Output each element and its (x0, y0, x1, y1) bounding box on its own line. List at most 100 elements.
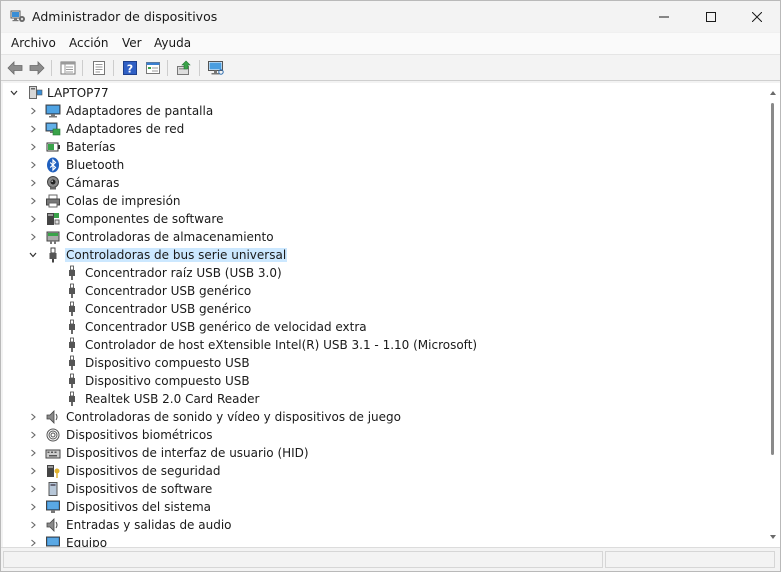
tree-item-label: Dispositivos de seguridad (66, 464, 221, 478)
expand-chevron-icon[interactable] (27, 500, 39, 514)
usb-child-icon (69, 319, 75, 334)
tree-category[interactable]: Bluetooth (3, 156, 763, 174)
expand-chevron-icon[interactable] (27, 122, 39, 136)
tree-category[interactable]: Colas de impresión (3, 192, 763, 210)
vertical-scrollbar[interactable] (766, 83, 780, 547)
view-details-icon (146, 62, 160, 74)
tree-device-item[interactable]: Concentrador USB genérico de velocidad e… (3, 318, 763, 336)
expand-chevron-icon[interactable] (27, 212, 39, 226)
expand-chevron-icon[interactable] (27, 464, 39, 478)
expand-chevron-icon[interactable] (27, 194, 39, 208)
tree-category[interactable]: Adaptadores de pantalla (3, 102, 763, 120)
tree-category[interactable]: Dispositivos de software (3, 480, 763, 498)
collapse-chevron-icon[interactable] (8, 86, 20, 100)
minimize-button[interactable] (641, 1, 687, 32)
tree-item-label: Concentrador USB genérico (85, 284, 252, 298)
scroll-down-icon[interactable] (769, 533, 777, 541)
expand-chevron-icon[interactable] (27, 104, 39, 118)
tree-device-item[interactable]: Concentrador raíz USB (USB 3.0) (3, 264, 763, 282)
device-manager-window: Administrador de dispositivos Archivo Ac… (0, 0, 781, 572)
tree-root-laptop[interactable]: LAPTOP77 (3, 84, 763, 102)
update-driver-button[interactable] (174, 59, 194, 77)
scrollbar-thumb[interactable] (771, 103, 774, 455)
menu-bar: Archivo Acción Ver Ayuda (1, 32, 780, 54)
expand-chevron-icon[interactable] (27, 518, 39, 532)
scan-hardware-button[interactable] (206, 59, 226, 77)
tree-item-label: Dispositivos de software (66, 482, 213, 496)
tree-category[interactable]: Dispositivos del sistema (3, 498, 763, 516)
status-pane-secondary (605, 551, 775, 568)
tree-item-label: Realtek USB 2.0 Card Reader (85, 392, 260, 406)
expand-chevron-icon[interactable] (27, 230, 39, 244)
fingerprint-icon (46, 428, 60, 442)
menu-accion[interactable]: Acción (69, 36, 108, 50)
tree-device-item[interactable]: Realtek USB 2.0 Card Reader (3, 390, 763, 408)
tree-category[interactable]: Controladoras de bus serie universal (3, 246, 763, 264)
tree-item-label: Dispositivos del sistema (66, 500, 212, 514)
status-pane-main (3, 551, 603, 568)
usb-child-icon (69, 373, 75, 388)
tree-item-label: Controlador de host eXtensible Intel(R) … (85, 338, 478, 352)
tree-item-label: LAPTOP77 (47, 86, 109, 100)
menu-ver[interactable]: Ver (122, 36, 142, 50)
storage-controller-icon (46, 231, 60, 244)
tree-category[interactable]: Controladoras de almacenamiento (3, 228, 763, 246)
close-button[interactable] (734, 1, 780, 32)
tree-item-label: Concentrador USB genérico (85, 302, 252, 316)
forward-button[interactable] (27, 59, 47, 77)
tree-item-label: Dispositivo compuesto USB (85, 356, 250, 370)
tree-category[interactable]: Componentes de software (3, 210, 763, 228)
window-title: Administrador de dispositivos (32, 9, 218, 24)
expand-chevron-icon[interactable] (27, 176, 39, 190)
tree-device-item[interactable]: Dispositivo compuesto USB (3, 372, 763, 390)
tree-category[interactable]: Cámaras (3, 174, 763, 192)
tree-device-item[interactable]: Dispositivo compuesto USB (3, 354, 763, 372)
maximize-button[interactable] (688, 1, 734, 32)
toolbar-separator (167, 60, 168, 76)
properties-button[interactable] (89, 59, 109, 77)
update-driver-icon (177, 60, 191, 75)
expand-chevron-icon[interactable] (27, 446, 39, 460)
tree-category[interactable]: Entradas y salidas de audio (3, 516, 763, 534)
usb-child-icon (69, 337, 75, 352)
camera-icon (47, 176, 59, 190)
system-device-icon (46, 500, 60, 513)
tree-item-label: Bluetooth (66, 158, 125, 172)
view-details-button[interactable] (143, 59, 163, 77)
show-hide-tree-button[interactable] (58, 59, 78, 77)
tree-device-item[interactable]: Concentrador USB genérico (3, 282, 763, 300)
tree-category[interactable]: Equipo (3, 534, 763, 547)
tree-device-item[interactable]: Concentrador USB genérico (3, 300, 763, 318)
help-button[interactable]: ? (120, 59, 140, 77)
help-icon: ? (123, 61, 137, 76)
usb-icon (49, 247, 57, 263)
menu-archivo[interactable]: Archivo (11, 36, 56, 50)
tree-category[interactable]: Dispositivos de interfaz de usuario (HID… (3, 444, 763, 462)
forward-arrow-icon (29, 61, 45, 75)
tree-category[interactable]: Controladoras de sonido y vídeo y dispos… (3, 408, 763, 426)
tree-item-label: Adaptadores de red (66, 122, 185, 136)
menu-ayuda[interactable]: Ayuda (154, 36, 191, 50)
expand-chevron-icon[interactable] (27, 158, 39, 172)
tree-category[interactable]: Baterías (3, 138, 763, 156)
scroll-up-icon[interactable] (769, 89, 777, 97)
collapse-chevron-icon[interactable] (27, 248, 39, 262)
tree-category[interactable]: Dispositivos biométricos (3, 426, 763, 444)
tree-category[interactable]: Dispositivos de seguridad (3, 462, 763, 480)
expand-chevron-icon[interactable] (27, 410, 39, 424)
expand-chevron-icon[interactable] (27, 428, 39, 442)
back-arrow-icon (7, 61, 23, 75)
expand-chevron-icon[interactable] (27, 536, 39, 547)
device-tree[interactable]: LAPTOP77 Adaptadores de pantalla Adaptador… (3, 83, 766, 547)
title-bar: Administrador de dispositivos (1, 1, 780, 32)
tree-device-item[interactable]: Controlador de host eXtensible Intel(R) … (3, 336, 763, 354)
toolbar: ? (1, 54, 780, 81)
tree-item-label: Dispositivos biométricos (66, 428, 213, 442)
expand-chevron-icon[interactable] (27, 482, 39, 496)
usb-child-icon (69, 355, 75, 370)
expand-chevron-icon[interactable] (27, 140, 39, 154)
tree-item-label: Componentes de software (66, 212, 224, 226)
tree-category[interactable]: Adaptadores de red (3, 120, 763, 138)
tree-item-label: Controladoras de almacenamiento (66, 230, 274, 244)
back-button[interactable] (5, 59, 25, 77)
